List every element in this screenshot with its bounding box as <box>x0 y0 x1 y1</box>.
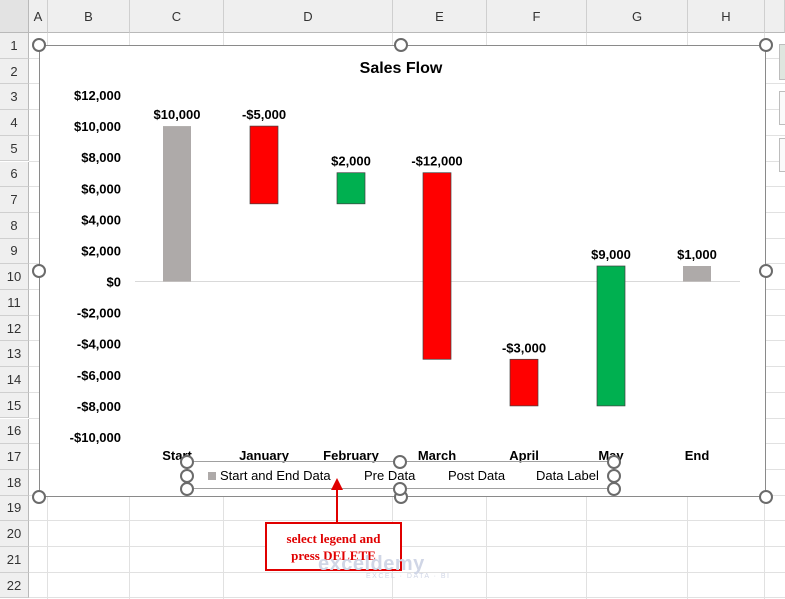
chart-resize-handle[interactable] <box>759 264 773 278</box>
column-header-h[interactable]: H <box>688 0 765 33</box>
row-header-11[interactable]: 11 <box>0 290 29 316</box>
callout-line-1: select legend and <box>286 531 381 546</box>
data-label-end[interactable]: $1,000 <box>677 247 717 262</box>
legend-resize-handle[interactable] <box>607 482 621 496</box>
bar-may[interactable] <box>596 265 626 407</box>
row-header-20[interactable]: 20 <box>0 521 29 547</box>
bar-january[interactable] <box>249 125 279 205</box>
column-header-e[interactable]: E <box>393 0 487 33</box>
bar-end[interactable] <box>683 266 711 282</box>
y-tick-label: $6,000 <box>81 181 121 196</box>
category-label-end: End <box>685 448 710 463</box>
bar-start[interactable] <box>163 126 191 282</box>
row-header-6[interactable]: 6 <box>0 161 29 188</box>
data-label-february[interactable]: $2,000 <box>331 154 371 169</box>
row-header-16[interactable]: 16 <box>0 418 29 445</box>
arrow-icon <box>331 478 343 524</box>
legend-resize-handle[interactable] <box>393 482 407 496</box>
row-header-10[interactable]: 10 <box>0 264 29 290</box>
column-header-c[interactable]: C <box>130 0 224 33</box>
row-header-14[interactable]: 14 <box>0 367 29 393</box>
bar-march[interactable] <box>422 172 452 360</box>
waterfall-chart: Sales Flow $12,000 $10,000 $8,000 $6,000 $4,… <box>70 60 740 483</box>
legend-resize-handle[interactable] <box>180 469 194 483</box>
row-header-18[interactable]: 18 <box>0 469 29 496</box>
chart-elements-button[interactable] <box>779 44 785 80</box>
data-label-start[interactable]: $10,000 <box>154 107 201 122</box>
row-header-9[interactable]: 9 <box>0 238 29 265</box>
legend-resize-handle[interactable] <box>393 455 407 469</box>
y-tick-label: -$2,000 <box>77 306 121 321</box>
row-header-2[interactable]: 2 <box>0 58 29 85</box>
chart-resize-handle[interactable] <box>32 38 46 52</box>
row-header-8[interactable]: 8 <box>0 212 29 239</box>
y-tick-label: $12,000 <box>74 88 121 103</box>
row-header-17[interactable]: 17 <box>0 444 29 470</box>
chart-title[interactable]: Sales Flow <box>360 60 443 77</box>
data-label-april[interactable]: -$3,000 <box>502 340 546 355</box>
legend-resize-handle[interactable] <box>607 455 621 469</box>
bar-april[interactable] <box>509 358 539 407</box>
column-header-d[interactable]: D <box>224 0 393 33</box>
row-header-19[interactable]: 19 <box>0 495 29 522</box>
row-header-5[interactable]: 5 <box>0 135 29 162</box>
bar-february[interactable] <box>336 172 366 205</box>
y-tick-label: -$6,000 <box>77 368 121 383</box>
chart-resize-handle[interactable] <box>759 38 773 52</box>
row-gridline <box>29 597 785 599</box>
y-tick-label: -$4,000 <box>77 337 121 352</box>
row-gridline <box>29 546 785 547</box>
chart-resize-handle[interactable] <box>32 264 46 278</box>
select-all-corner[interactable] <box>0 0 29 33</box>
legend-resize-handle[interactable] <box>180 482 194 496</box>
column-header-a[interactable]: A <box>29 0 48 33</box>
y-tick-label: $0 <box>107 275 121 290</box>
data-label-january[interactable]: -$5,000 <box>242 107 286 122</box>
column-header-b[interactable]: B <box>48 0 130 33</box>
row-header-12[interactable]: 12 <box>0 315 29 342</box>
row-header-1[interactable]: 1 <box>0 33 29 59</box>
chart-resize-handle[interactable] <box>759 490 773 504</box>
legend-resize-handle[interactable] <box>180 455 194 469</box>
chart-styles-button[interactable] <box>779 91 785 125</box>
row-gridline <box>29 520 785 522</box>
data-label-march[interactable]: -$12,000 <box>411 154 462 169</box>
row-header-4[interactable]: 4 <box>0 110 29 136</box>
y-tick-label: $4,000 <box>81 212 121 227</box>
row-header-21[interactable]: 21 <box>0 547 29 573</box>
chart-area[interactable]: Sales Flow $12,000 $10,000 $8,000 $6,000 $4,… <box>39 45 766 497</box>
watermark-tagline: EXCEL · DATA · BI <box>366 573 451 580</box>
chart-filters-button[interactable] <box>779 138 785 172</box>
row-header-22[interactable]: 22 <box>0 572 29 599</box>
column-header-overflow[interactable] <box>765 0 785 33</box>
y-tick-label: $8,000 <box>81 150 121 165</box>
y-tick-label: $2,000 <box>81 243 121 258</box>
row-header-13[interactable]: 13 <box>0 341 29 368</box>
column-header-f[interactable]: F <box>487 0 587 33</box>
chart-resize-handle[interactable] <box>394 38 408 52</box>
data-label-may[interactable]: $9,000 <box>591 247 631 262</box>
row-header-7[interactable]: 7 <box>0 187 29 213</box>
column-header-g[interactable]: G <box>587 0 688 33</box>
legend-resize-handle[interactable] <box>607 469 621 483</box>
row-header-15[interactable]: 15 <box>0 392 29 419</box>
y-tick-label: -$10,000 <box>70 430 121 445</box>
y-tick-label: -$8,000 <box>77 399 121 414</box>
y-tick-label: $10,000 <box>74 119 121 134</box>
chart-resize-handle[interactable] <box>32 490 46 504</box>
row-header-3[interactable]: 3 <box>0 84 29 111</box>
